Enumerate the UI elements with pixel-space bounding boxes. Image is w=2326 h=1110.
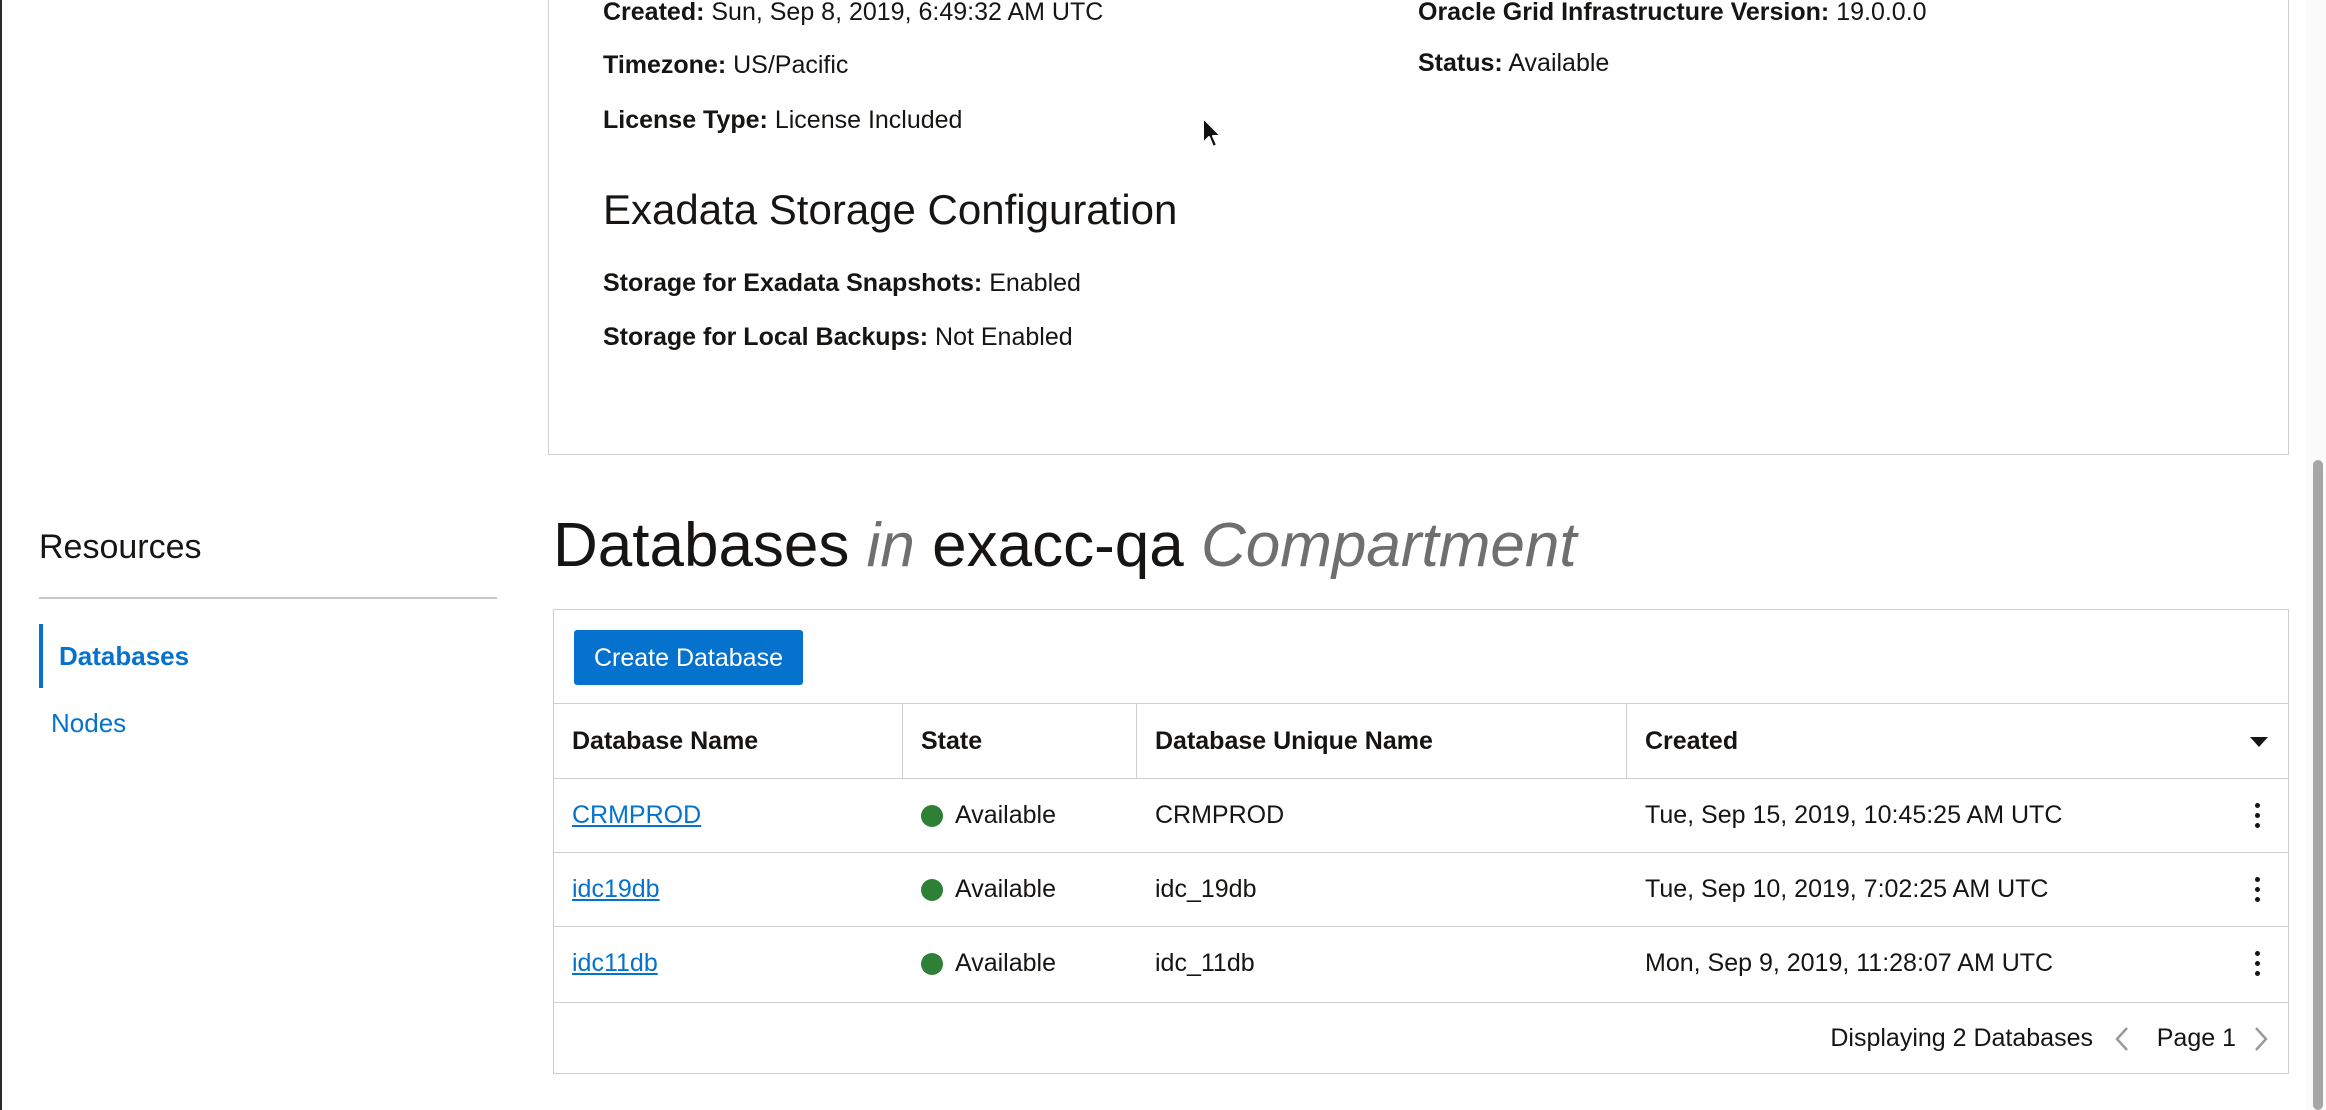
status-label: Status: [1418, 49, 1503, 77]
grid-version-value: 19.0.0.0 [1836, 0, 1927, 26]
backups-field: Storage for Local Backups: Not Enabled [603, 322, 1073, 352]
timezone-field: Timezone: US/Pacific [603, 50, 848, 80]
table-cell-name: CRMPROD [554, 779, 903, 852]
database-link-idc19db[interactable]: idc19db [572, 875, 660, 904]
table-cell-state: Available [903, 927, 1137, 1000]
page-title-resource: Databases [553, 511, 850, 580]
status-available-icon [921, 952, 943, 975]
table-header-row: Database Name State Database Unique Name… [554, 703, 2288, 778]
sort-caret-icon[interactable] [2250, 737, 2268, 747]
table-cell-created: Tue, Sep 15, 2019, 10:45:25 AM UTC [1645, 801, 2063, 829]
table-row: idc19db Available idc_19db Tue, Sep 10, … [554, 852, 2288, 926]
grid-version-label: Oracle Grid Infrastructure Version: [1418, 0, 1830, 26]
column-header-database-name[interactable]: Database Name [554, 704, 903, 778]
snapshots-field: Storage for Exadata Snapshots: Enabled [603, 268, 1081, 298]
table-cell-state: Available [903, 779, 1137, 852]
created-field: Created: Sun, Sep 8, 2019, 6:49:32 AM UT… [603, 0, 1103, 27]
next-page-icon[interactable] [2247, 1025, 2273, 1053]
result-count: Displaying 2 Databases [1830, 1024, 2093, 1052]
state-text: Available [955, 801, 1057, 829]
table-cell-created: Tue, Sep 10, 2019, 7:02:25 AM UTC [1645, 875, 2049, 903]
resources-title: Resources [39, 528, 202, 566]
row-actions-kebab-icon[interactable] [2248, 796, 2268, 836]
row-actions-kebab-icon[interactable] [2248, 870, 2268, 910]
created-label: Created: [603, 0, 705, 26]
page-title-compartment-name: exacc-qa [932, 511, 1184, 580]
table-footer: Displaying 2 Databases Page 1 [554, 1002, 2288, 1073]
timezone-value: US/Pacific [733, 51, 849, 79]
table-row: CRMPROD Available CRMPROD Tue, Sep 15, 2… [554, 778, 2288, 852]
database-link-idc11db[interactable]: idc11db [572, 949, 658, 978]
state-text: Available [955, 949, 1057, 977]
table-cell-actions [2227, 927, 2288, 1000]
window-edge [0, 0, 2, 1110]
mouse-cursor-icon [1202, 117, 1222, 148]
databases-table: Database Name State Database Unique Name… [554, 703, 2288, 1000]
sidebar-item-nodes[interactable]: Nodes [35, 691, 493, 755]
column-header-state[interactable]: State [903, 704, 1137, 778]
create-database-button[interactable]: Create Database [574, 630, 803, 685]
timezone-label: Timezone: [603, 51, 727, 79]
backups-label: Storage for Local Backups: [603, 323, 929, 351]
resources-divider [39, 597, 497, 599]
page-indicator: Page 1 [2156, 1024, 2236, 1052]
column-header-unique-name[interactable]: Database Unique Name [1137, 704, 1627, 778]
table-cell-actions [2227, 779, 2288, 852]
license-field: License Type: License Included [603, 105, 962, 135]
table-cell-unique-name: idc_19db [1155, 875, 1257, 903]
status-available-icon [921, 804, 943, 827]
snapshots-value: Enabled [989, 269, 1081, 297]
state-text: Available [955, 875, 1057, 903]
created-value: Sun, Sep 8, 2019, 6:49:32 AM UTC [711, 0, 1104, 26]
status-available-icon [921, 878, 943, 901]
status-value: Available [1508, 49, 1610, 77]
license-label: License Type: [603, 106, 768, 134]
status-field: Status: Available [1418, 48, 1609, 78]
scrollbar-thumb[interactable] [2313, 460, 2323, 1110]
previous-page-icon[interactable] [2110, 1025, 2136, 1053]
sidebar-item-databases[interactable]: Databases [39, 624, 497, 688]
storage-section-title: Exadata Storage Configuration [603, 186, 1178, 233]
column-header-created[interactable]: Created [1627, 704, 2288, 778]
page-title-compartment-word: Compartment [1200, 511, 1577, 580]
table-cell-unique-name: idc_11db [1155, 949, 1255, 977]
table-cell-created: Mon, Sep 9, 2019, 11:28:07 AM UTC [1645, 949, 2054, 977]
page-title: Databases in exacc-qa Compartment [553, 508, 1577, 584]
row-actions-kebab-icon[interactable] [2248, 944, 2268, 984]
snapshots-label: Storage for Exadata Snapshots: [603, 269, 983, 297]
license-value: License Included [774, 106, 963, 134]
backups-value: Not Enabled [935, 323, 1073, 351]
column-header-created-label: Created [1645, 726, 1739, 755]
page: Created: Sun, Sep 8, 2019, 6:49:32 AM UT… [0, 0, 2326, 1110]
table-cell-state: Available [903, 853, 1137, 926]
database-link-crmprod[interactable]: CRMPROD [572, 801, 701, 830]
databases-table-panel: Create Database Database Name State Data… [553, 609, 2289, 1074]
page-title-in: in [866, 511, 915, 580]
table-cell-unique-name: CRMPROD [1155, 801, 1285, 829]
table-cell-name: idc19db [554, 853, 903, 926]
table-cell-name: idc11db [554, 927, 903, 1000]
grid-version-field: Oracle Grid Infrastructure Version: 19.0… [1418, 0, 1927, 27]
vertical-scrollbar[interactable] [2306, 0, 2326, 1110]
table-row: idc11db Available idc_11db Mon, Sep 9, 2… [554, 926, 2288, 1000]
table-cell-actions [2227, 853, 2288, 926]
